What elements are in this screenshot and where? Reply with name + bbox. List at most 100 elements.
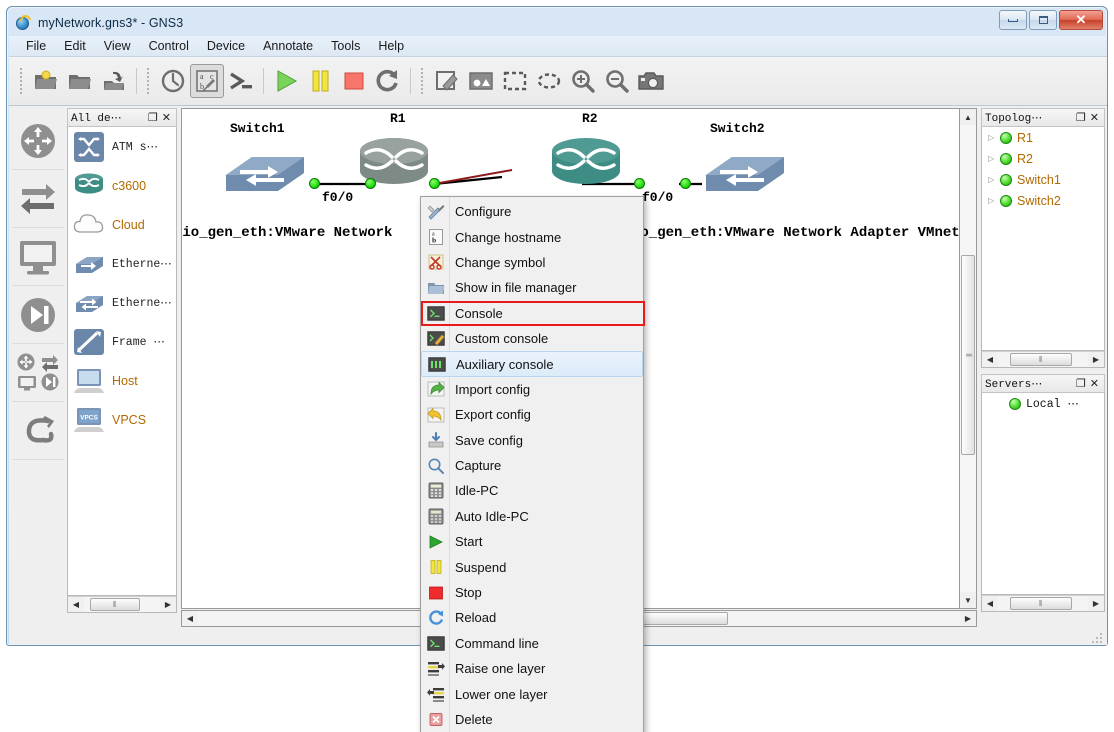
scroll-thumb[interactable]: ⦀ <box>1010 353 1072 366</box>
topology-node-r1[interactable]: ▷ R1 <box>982 127 1104 148</box>
link-dot-r2-switch2[interactable] <box>634 178 645 189</box>
scroll-left-arrow[interactable]: ◀ <box>982 352 998 367</box>
float-icon[interactable]: ❐ <box>1074 377 1088 391</box>
scroll-right-arrow[interactable]: ▶ <box>160 597 176 612</box>
menu-view[interactable]: View <box>95 37 140 55</box>
ctx-item-start[interactable]: Start <box>421 529 643 554</box>
scroll-track[interactable]: ⦀ <box>84 597 160 612</box>
expander-icon[interactable]: ▷ <box>988 196 999 205</box>
menu-help[interactable]: Help <box>369 37 413 55</box>
scroll-up-arrow[interactable]: ▲ <box>960 109 976 125</box>
device-item-host[interactable]: Host <box>68 361 176 400</box>
browse-end-devices-button[interactable] <box>12 228 64 286</box>
close-icon[interactable]: ✕ <box>1088 111 1101 125</box>
ctx-item-capture[interactable]: Capture <box>421 453 643 478</box>
start-all-button[interactable] <box>269 64 303 98</box>
browse-routers-button[interactable] <box>12 112 64 170</box>
device-item-atm-switch[interactable]: ATM s⋯ <box>68 127 176 166</box>
ctx-item-raise-one-layer[interactable]: Raise one layer <box>421 656 643 681</box>
add-link-button[interactable] <box>12 402 64 460</box>
toolbar-grip-3[interactable] <box>420 66 426 96</box>
ctx-item-export-config[interactable]: Export config <box>421 402 643 427</box>
ctx-item-auxiliary-console[interactable]: Auxiliary console <box>421 351 643 377</box>
reload-all-button[interactable] <box>371 64 405 98</box>
zoom-out-button[interactable] <box>600 64 634 98</box>
ctx-item-configure[interactable]: Configure <box>421 199 643 224</box>
new-project-button[interactable] <box>29 64 63 98</box>
device-item-frame-relay[interactable]: Frame ⋯ <box>68 322 176 361</box>
console-all-button[interactable] <box>224 64 258 98</box>
browse-switches-button[interactable] <box>12 170 64 228</box>
ctx-item-import-config[interactable]: Import config <box>421 377 643 402</box>
zoom-in-button[interactable] <box>566 64 600 98</box>
ctx-item-lower-one-layer[interactable]: Lower one layer <box>421 681 643 706</box>
scroll-down-arrow[interactable]: ▼ <box>960 592 976 608</box>
scroll-right-arrow[interactable]: ▶ <box>1088 352 1104 367</box>
scroll-right-arrow[interactable]: ▶ <box>960 611 976 626</box>
topology-node-switch1[interactable]: ▷ Switch1 <box>982 169 1104 190</box>
menu-file[interactable]: File <box>17 37 55 55</box>
ctx-item-console[interactable]: Console <box>421 300 645 326</box>
suspend-all-button[interactable] <box>303 64 337 98</box>
ctx-item-change-symbol[interactable]: Change symbol <box>421 250 643 275</box>
menu-device[interactable]: Device <box>198 37 254 55</box>
menu-annotate[interactable]: Annotate <box>254 37 322 55</box>
float-icon[interactable]: ❐ <box>1074 111 1088 125</box>
canvas-vscrollbar[interactable]: ▲ ⦀ ▼ <box>960 108 977 609</box>
ctx-item-custom-console[interactable]: Custom console <box>421 326 643 351</box>
ctx-item-command-line[interactable]: Command line <box>421 631 643 656</box>
link-dot-switch2-r2[interactable] <box>680 178 691 189</box>
ctx-item-stop[interactable]: Stop <box>421 580 643 605</box>
link-dot-r1-cloud[interactable] <box>429 178 440 189</box>
device-item-ethernet-hub[interactable]: Etherne⋯ <box>68 244 176 283</box>
topology-node-switch2[interactable]: ▷ Switch2 <box>982 190 1104 211</box>
scroll-track[interactable]: ⦀ <box>998 352 1088 367</box>
topology-node-r2[interactable]: ▷ R2 <box>982 148 1104 169</box>
device-item-ethernet-switch[interactable]: Etherne⋯ <box>68 283 176 322</box>
toolbar-grip-2[interactable] <box>146 66 152 96</box>
ctx-item-idle-pc[interactable]: Idle-PC <box>421 478 643 503</box>
minimize-button[interactable] <box>999 10 1027 30</box>
link-dot-switch1-r1[interactable] <box>309 178 320 189</box>
browse-security-devices-button[interactable] <box>12 286 64 344</box>
stop-all-button[interactable] <box>337 64 371 98</box>
save-project-as-button[interactable] <box>97 64 131 98</box>
draw-ellipse-button[interactable] <box>532 64 566 98</box>
menu-tools[interactable]: Tools <box>322 37 369 55</box>
expander-icon[interactable]: ▷ <box>988 175 999 184</box>
ctx-item-reload[interactable]: Reload <box>421 605 643 630</box>
snapshot-button[interactable] <box>156 64 190 98</box>
close-icon[interactable]: ✕ <box>1088 377 1101 391</box>
scroll-track[interactable]: ⦀ <box>998 596 1088 611</box>
toolbar-grip[interactable] <box>19 66 25 96</box>
all-devices-hscrollbar[interactable]: ◀ ⦀ ▶ <box>67 596 177 613</box>
device-item-c3600[interactable]: c3600 <box>68 166 176 205</box>
scroll-track[interactable]: ⦀ <box>960 125 976 592</box>
scroll-left-arrow[interactable]: ◀ <box>68 597 84 612</box>
node-switch1[interactable] <box>222 145 308 195</box>
edit-symbol-button[interactable]: a c b <box>190 64 224 98</box>
ctx-item-change-hostname[interactable]: a b Change hostname <box>421 224 643 249</box>
scroll-thumb[interactable]: ⦀ <box>90 598 140 611</box>
node-r2[interactable] <box>544 135 628 193</box>
resize-grip-icon[interactable] <box>1092 631 1104 643</box>
device-item-cloud[interactable]: Cloud <box>68 205 176 244</box>
menu-edit[interactable]: Edit <box>55 37 95 55</box>
scroll-thumb[interactable]: ⦀ <box>1010 597 1072 610</box>
ctx-item-save-config[interactable]: Save config <box>421 428 643 453</box>
browse-all-devices-button[interactable] <box>12 344 64 402</box>
screenshot-button[interactable] <box>634 64 668 98</box>
ctx-item-auto-idle-pc[interactable]: Auto Idle-PC <box>421 504 643 529</box>
scroll-thumb[interactable]: ⦀ <box>961 255 975 455</box>
add-note-button[interactable] <box>430 64 464 98</box>
scroll-left-arrow[interactable]: ◀ <box>182 611 198 626</box>
ctx-item-show-in-file-manager[interactable]: Show in file manager <box>421 275 643 300</box>
close-icon[interactable]: ✕ <box>160 111 173 125</box>
insert-image-button[interactable] <box>464 64 498 98</box>
draw-rectangle-button[interactable] <box>498 64 532 98</box>
scroll-right-arrow[interactable]: ▶ <box>1088 596 1104 611</box>
topology-tree[interactable]: ▷ R1 ▷ R2 ▷ Switch1 ▷ Switch2 <box>981 127 1105 351</box>
servers-hscrollbar[interactable]: ◀ ⦀ ▶ <box>981 595 1105 612</box>
node-switch2[interactable] <box>702 145 788 195</box>
all-devices-list[interactable]: ATM s⋯ c3600 Cloud Etherne⋯ Etherne⋯ Fra… <box>67 127 177 596</box>
